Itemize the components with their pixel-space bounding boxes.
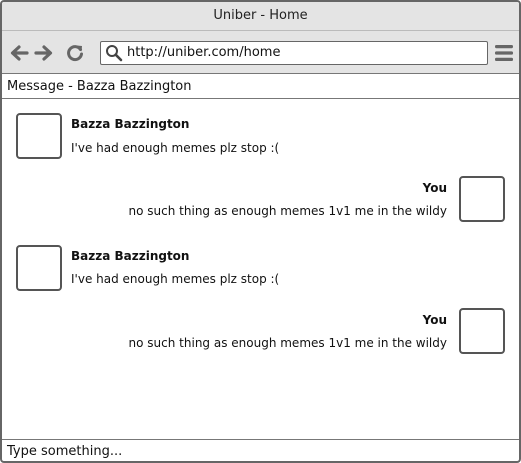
window-title: Uniber - Home xyxy=(2,2,519,31)
message-text: I've had enough memes plz stop :( xyxy=(71,141,280,155)
address-bar[interactable]: http://uniber.com/home xyxy=(100,41,488,65)
hamburger-menu-icon[interactable] xyxy=(494,44,514,62)
arrow-left-icon[interactable] xyxy=(9,43,29,63)
message-sender: You xyxy=(422,181,447,195)
message-sender: You xyxy=(422,313,447,327)
search-icon xyxy=(106,45,123,62)
message-text: no such thing as enough memes 1v1 me in … xyxy=(128,336,447,350)
browser-toolbar: http://uniber.com/home xyxy=(2,31,519,74)
browser-window: Uniber - Home http://uniber.com/home Mes… xyxy=(0,0,521,463)
avatar[interactable] xyxy=(459,176,505,222)
avatar[interactable] xyxy=(459,308,505,354)
avatar[interactable] xyxy=(16,245,62,291)
avatar[interactable] xyxy=(16,113,62,159)
message-sender: Bazza Bazzington xyxy=(71,249,190,263)
url-text[interactable]: http://uniber.com/home xyxy=(127,42,280,64)
message-text: I've had enough memes plz stop :( xyxy=(71,272,280,286)
message-input[interactable]: Type something... xyxy=(2,439,519,461)
reload-icon[interactable] xyxy=(65,43,85,63)
conversation-header: Message - Bazza Bazzington xyxy=(2,75,519,99)
message-text: no such thing as enough memes 1v1 me in … xyxy=(128,204,447,218)
arrow-right-icon[interactable] xyxy=(34,43,54,63)
message-sender: Bazza Bazzington xyxy=(71,117,190,131)
